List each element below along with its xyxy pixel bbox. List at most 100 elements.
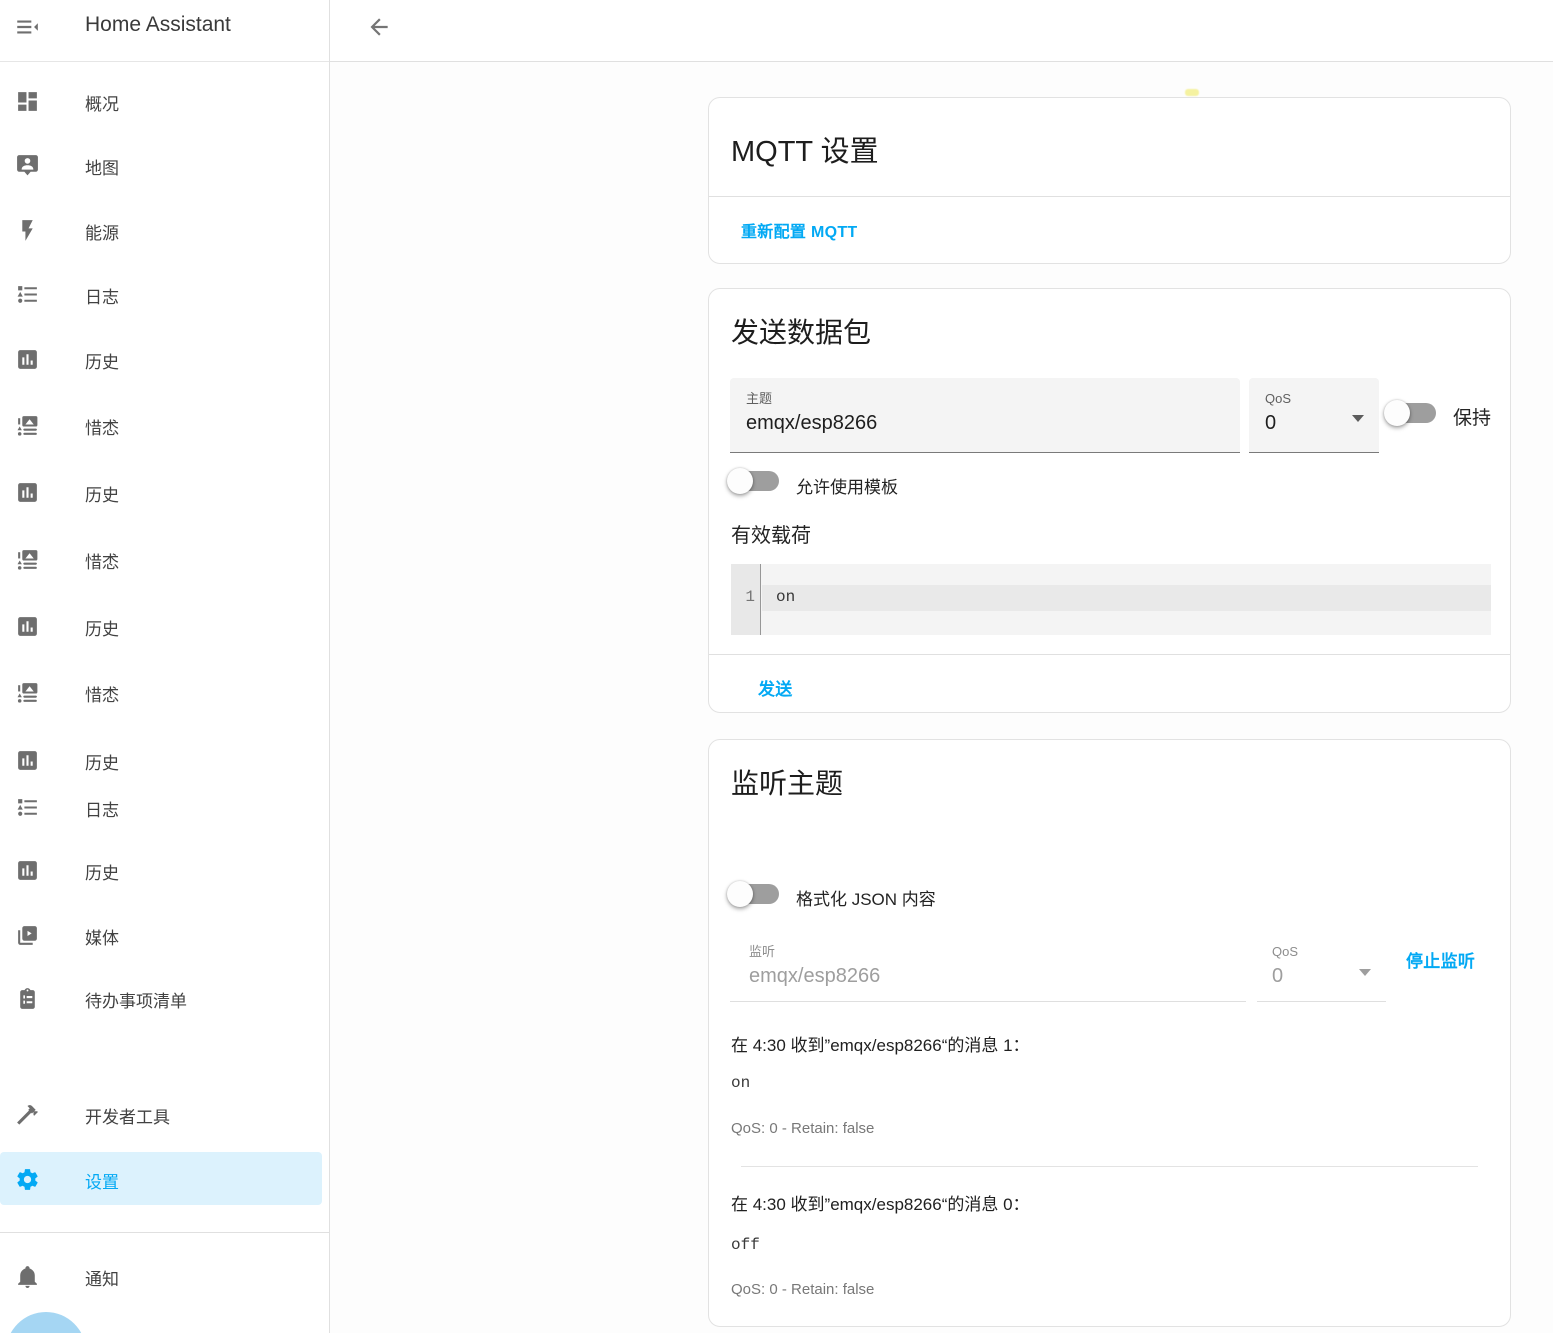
message-title: 在 4:30 收到”emqx/esp8266“的消息 0： [731, 1195, 1030, 1214]
sidebar-item-label: 惜怸 [85, 686, 119, 705]
message-meta: QoS: 0 - Retain: false [731, 1281, 875, 1298]
app-title: Home Assistant [85, 13, 231, 36]
sidebar-item-history[interactable]: 历史 [0, 735, 322, 785]
sidebar-item-label: 通知 [85, 1270, 119, 1289]
sidebar-item-overview[interactable]: 概况 [0, 76, 322, 126]
sidebar-item-label: 能源 [85, 224, 119, 243]
sidebar-item-label: 媒体 [85, 929, 119, 948]
listen-topic-card: 监听主题 格式化 JSON 内容 监听 emqx/esp8266 QoS 0 停… [708, 739, 1511, 1327]
listen-qos-select[interactable]: QoS 0 [1257, 936, 1386, 1002]
sidebar-item-label: 开发者工具 [85, 1108, 170, 1127]
payload-label: 有效载荷 [731, 525, 811, 547]
editor-active-line [762, 585, 1491, 611]
sidebar-item-dashboard[interactable]: 惜怸 [0, 400, 322, 450]
allow-template-toggle[interactable] [727, 467, 779, 495]
back-arrow-icon[interactable] [366, 14, 392, 40]
topbar [330, 0, 1553, 62]
hammer-icon [15, 1102, 40, 1127]
lightning-bolt-icon [15, 218, 40, 243]
allow-template-toggle-label: 允许使用模板 [796, 478, 898, 497]
yellow-artifact [1185, 89, 1199, 96]
sidebar-item-label: 地图 [85, 159, 119, 178]
qos-select-value: 0 [1265, 412, 1277, 434]
sidebar-item-developer-tools[interactable]: 开发者工具 [0, 1089, 322, 1139]
sidebar-item-logbook[interactable]: 日志 [0, 782, 322, 832]
message-meta: QoS: 0 - Retain: false [731, 1120, 875, 1137]
bell-icon [15, 1264, 40, 1289]
sidebar-divider [0, 1232, 330, 1233]
menu-open-icon[interactable] [14, 14, 40, 40]
listen-field-label: 监听 [749, 944, 776, 959]
topic-field-label: 主题 [746, 391, 773, 406]
sidebar-item-label: 历史 [85, 353, 119, 372]
retain-toggle[interactable] [1384, 399, 1436, 427]
stop-listening-button[interactable]: 停止监听 [1406, 947, 1475, 972]
mqtt-card-header: MQTT 设置 [709, 98, 1510, 197]
sidebar-item-label: 惜怸 [85, 553, 119, 572]
qos-select-label: QoS [1272, 944, 1299, 959]
format-json-toggle-label: 格式化 JSON 内容 [796, 890, 936, 909]
sidebar-item-notifications[interactable]: 通知 [0, 1251, 322, 1301]
logbook-list-icon [15, 282, 40, 307]
toggle-thumb [727, 468, 753, 494]
format-json-toggle[interactable] [727, 880, 779, 908]
gear-icon [15, 1167, 40, 1192]
user-avatar[interactable] [6, 1312, 86, 1333]
sidebar-item-media[interactable]: 媒体 [0, 910, 322, 960]
sidebar-item-label: 设置 [85, 1173, 119, 1192]
retain-toggle-label: 保持 [1453, 408, 1492, 429]
message-title: 在 4:30 收到”emqx/esp8266“的消息 1： [731, 1036, 1030, 1055]
sidebar-item-label: 惜怸 [85, 419, 119, 438]
mqtt-card-title: MQTT 设置 [731, 136, 879, 168]
sidebar-header: Home Assistant [0, 0, 329, 62]
qos-select-label: QoS [1265, 391, 1292, 406]
sidebar-item-label: 日志 [85, 288, 119, 307]
sidebar-item-history[interactable]: 历史 [0, 467, 322, 517]
reconfigure-mqtt-button[interactable]: 重新配置 MQTT [741, 218, 857, 242]
card-divider [709, 654, 1510, 655]
sidebar-item-label: 历史 [85, 754, 119, 773]
sidebar-item-dashboard[interactable]: 惜怸 [0, 667, 322, 717]
topic-field[interactable]: 主题 emqx/esp8266 [730, 378, 1240, 453]
listen-topic-field[interactable]: 监听 emqx/esp8266 [730, 936, 1246, 1002]
map-account-icon [15, 153, 40, 178]
dashboard-image-list-icon [15, 680, 40, 705]
sidebar-item-energy[interactable]: 能源 [0, 205, 322, 255]
sidebar-item-logbook[interactable]: 日志 [0, 269, 322, 319]
mqtt-settings-card: MQTT 设置 重新配置 MQTT [708, 97, 1511, 264]
history-chart-icon [15, 858, 40, 883]
sidebar-item-label: 历史 [85, 486, 119, 505]
sidebar-item-history[interactable]: 历史 [0, 601, 322, 651]
sidebar-item-todo[interactable]: 待办事项清单 [0, 973, 322, 1023]
payload-code-editor[interactable]: 1 on [731, 564, 1491, 635]
sidebar-item-map[interactable]: 地图 [0, 140, 322, 190]
sidebar-item-label: 日志 [85, 801, 119, 820]
sidebar-item-label: 待办事项清单 [85, 992, 187, 1011]
media-play-box-icon [15, 923, 40, 948]
message-payload: off [731, 1236, 760, 1254]
publish-packet-card: 发送数据包 主题 emqx/esp8266 QoS 0 保持 允许使用模板 有效… [708, 288, 1511, 713]
editor-line-number: 1 [745, 588, 755, 606]
history-chart-icon [15, 614, 40, 639]
publish-button[interactable]: 发送 [758, 675, 793, 700]
sidebar-item-dashboard[interactable]: 惜怸 [0, 534, 322, 584]
main-content: MQTT 设置 重新配置 MQTT 发送数据包 主题 emqx/esp8266 … [330, 0, 1553, 1333]
sidebar-item-history[interactable]: 历史 [0, 334, 322, 384]
chevron-down-icon [1359, 969, 1371, 976]
listen-card-title: 监听主题 [731, 768, 844, 799]
sidebar-item-history[interactable]: 历史 [0, 845, 322, 895]
history-chart-icon [15, 480, 40, 505]
toggle-thumb [1384, 400, 1410, 426]
history-chart-icon [15, 748, 40, 773]
topic-field-value: emqx/esp8266 [746, 412, 878, 434]
dashboard-image-list-icon [15, 547, 40, 572]
sidebar-item-settings[interactable]: 设置 [0, 1152, 322, 1205]
toggle-thumb [727, 881, 753, 907]
logbook-list-icon [15, 795, 40, 820]
history-chart-icon [15, 347, 40, 372]
sidebar-item-label: 历史 [85, 864, 119, 883]
view-dashboard-icon [15, 89, 40, 114]
qos-select[interactable]: QoS 0 [1249, 378, 1379, 453]
todo-clipboard-icon [15, 986, 40, 1011]
sidebar-item-label: 历史 [85, 620, 119, 639]
